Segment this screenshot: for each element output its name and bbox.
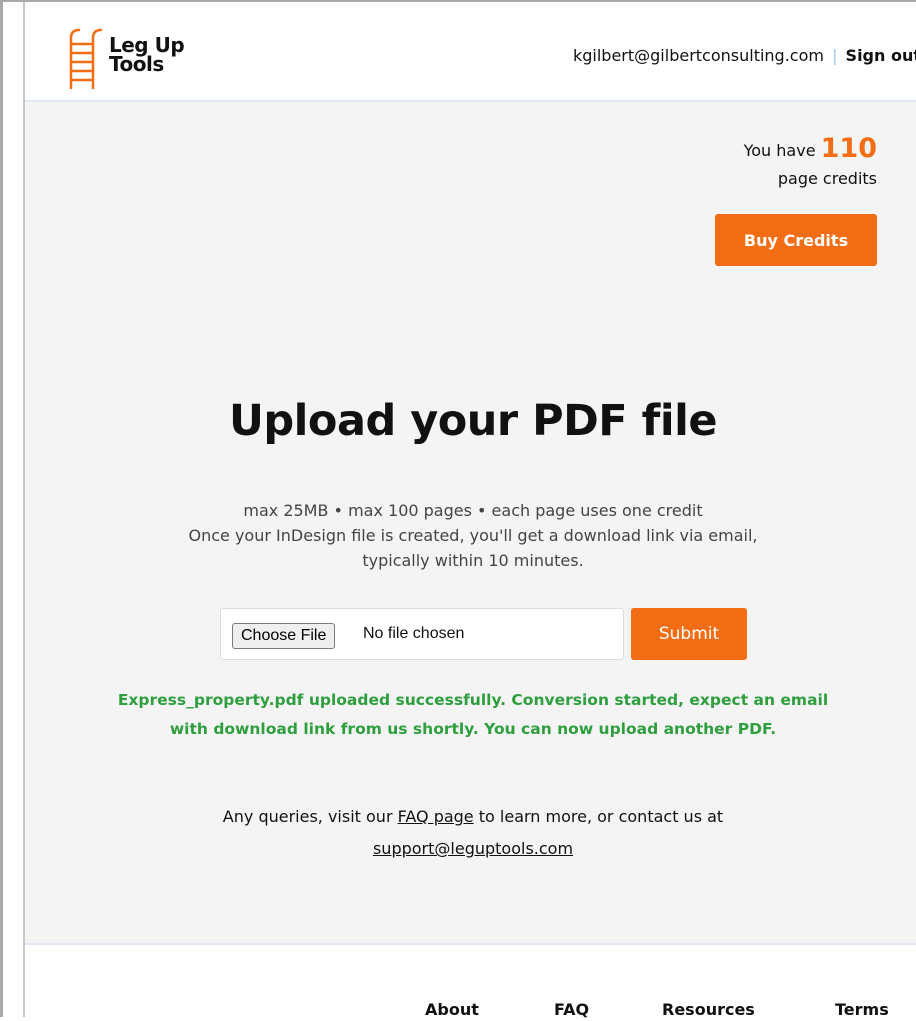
queries-text-after: to learn more, or contact us at — [478, 807, 724, 826]
footer-link-terms[interactable]: Terms — [835, 1000, 889, 1019]
queries-text: Any queries, visit our FAQ page to learn… — [25, 801, 916, 865]
window-gutter — [6, 2, 23, 1017]
success-message: Express_property.pdf uploaded successful… — [25, 686, 916, 744]
upload-info-line-3: typically within 10 minutes. — [362, 551, 584, 570]
ladder-logo-icon — [69, 28, 103, 90]
credits-suffix: page credits — [777, 169, 877, 188]
site-footer: About FAQ Resources Terms — [25, 943, 916, 1021]
account-separator: | — [832, 46, 838, 65]
credits-summary: You have 110 page credits — [743, 135, 877, 190]
browser-frame: Leg Up Tools kgilbert@gilbertconsulting.… — [0, 0, 916, 1021]
site-header: Leg Up Tools kgilbert@gilbertconsulting.… — [25, 2, 916, 102]
success-line-1: Express_property.pdf uploaded successful… — [117, 691, 829, 709]
submit-button[interactable]: Submit — [631, 608, 747, 660]
logo-line-2: Tools — [109, 52, 164, 76]
logo-text: Leg Up Tools — [109, 26, 185, 76]
queries-text-before: Any queries, visit our — [222, 807, 393, 826]
footer-link-about[interactable]: About — [425, 1000, 479, 1019]
no-file-label: No file chosen — [363, 625, 465, 642]
credits-prefix: You have — [743, 141, 816, 160]
upload-info: max 25MB • max 100 pages • each page use… — [25, 498, 916, 573]
account-bar: kgilbert@gilbertconsulting.com | Sign ou… — [573, 46, 916, 65]
footer-link-faq[interactable]: FAQ — [554, 1000, 589, 1019]
credits-count: 110 — [820, 133, 877, 164]
support-email-link[interactable]: support@leguptools.com — [373, 839, 573, 858]
page-content: Leg Up Tools kgilbert@gilbertconsulting.… — [23, 2, 916, 1021]
success-line-2: with download link from us shortly. You … — [169, 720, 777, 738]
upload-info-line-2: Once your InDesign file is created, you'… — [188, 526, 758, 545]
file-input[interactable]: Choose File No file chosen — [220, 608, 624, 660]
user-email: kgilbert@gilbertconsulting.com — [572, 46, 824, 65]
logo[interactable]: Leg Up Tools — [67, 26, 185, 90]
faq-page-link[interactable]: FAQ page — [398, 807, 474, 826]
choose-file-button[interactable]: Choose File — [232, 623, 336, 649]
page-title: Upload your PDF file — [228, 396, 718, 446]
sign-out-link[interactable]: Sign out — [846, 46, 916, 65]
upload-info-line-1: max 25MB • max 100 pages • each page use… — [243, 501, 703, 520]
footer-link-resources[interactable]: Resources — [662, 1000, 755, 1019]
buy-credits-button[interactable]: Buy Credits — [715, 214, 877, 266]
